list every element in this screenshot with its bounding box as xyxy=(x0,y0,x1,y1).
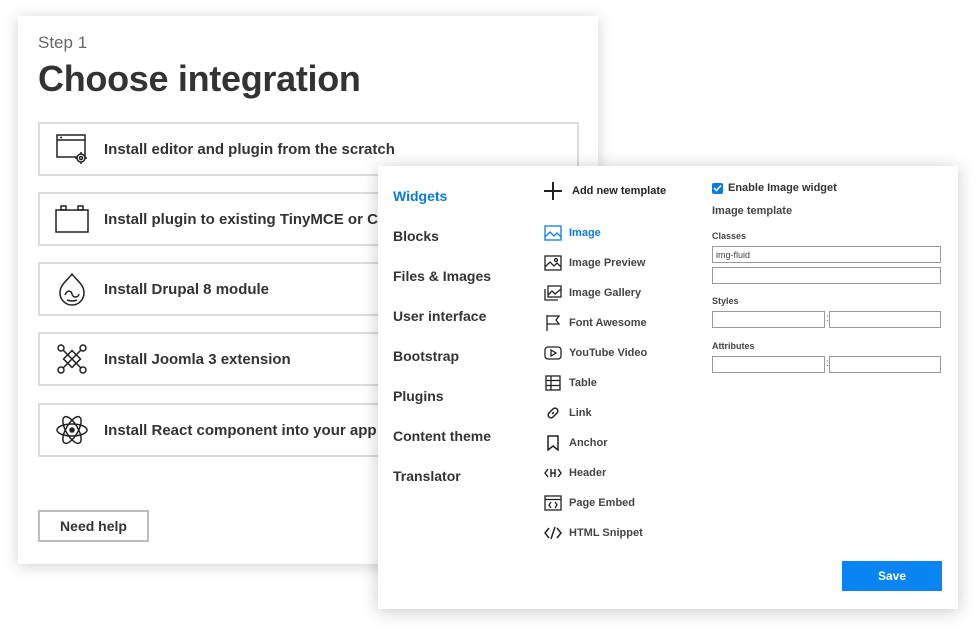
option-label: Install editor and plugin from the scrat… xyxy=(104,140,395,158)
need-help-button[interactable]: Need help xyxy=(38,510,149,542)
drupal-icon xyxy=(54,271,90,307)
template-title: Image template xyxy=(712,205,793,217)
widget-font-awesome[interactable]: Font Awesome xyxy=(544,313,647,333)
attributes-key-input[interactable] xyxy=(712,356,825,373)
classes-input-1[interactable] xyxy=(712,246,941,263)
widget-image-preview[interactable]: Image Preview xyxy=(544,253,645,273)
styles-label: Styles xyxy=(712,296,739,306)
widget-link[interactable]: Link xyxy=(544,403,592,423)
widget-label: Image Preview xyxy=(569,257,646,269)
widget-table[interactable]: Table xyxy=(544,373,597,393)
widget-label: Image xyxy=(569,227,601,239)
widget-label: Header xyxy=(569,467,607,479)
widgets-panel: Widgets Blocks Files & Images User inter… xyxy=(378,166,958,609)
widget-header[interactable]: Header xyxy=(544,463,606,483)
widget-label: Link xyxy=(569,407,592,419)
image-preview-icon xyxy=(544,254,562,272)
widget-page-embed[interactable]: Page Embed xyxy=(544,493,635,513)
code-icon xyxy=(544,524,562,542)
styles-value-input[interactable] xyxy=(829,311,941,328)
classes-input-2[interactable] xyxy=(712,267,941,284)
classes-label: Classes xyxy=(712,231,747,241)
enable-widget-checkbox[interactable] xyxy=(712,182,723,194)
table-icon xyxy=(544,374,562,392)
header-icon xyxy=(544,464,562,482)
widget-label: Image Gallery xyxy=(569,287,642,299)
category-bootstrap[interactable]: Bootstrap xyxy=(393,348,459,364)
page-title: Choose integration xyxy=(38,58,361,99)
bookmark-icon xyxy=(544,434,562,452)
image-gallery-icon xyxy=(544,284,562,302)
option-label: Install React component into your app xyxy=(104,421,377,439)
enable-widget-label: Enable Image widget xyxy=(728,182,837,194)
widget-label: Page Embed xyxy=(569,497,636,509)
save-button[interactable]: Save xyxy=(842,561,942,591)
widget-label: Anchor xyxy=(569,437,608,449)
flag-icon xyxy=(544,314,562,332)
widget-label: YouTube Video xyxy=(569,347,648,359)
plugin-icon xyxy=(54,201,90,237)
embed-icon xyxy=(544,494,562,512)
add-template-label: Add new template xyxy=(572,185,667,197)
widget-image-gallery[interactable]: Image Gallery xyxy=(544,283,641,303)
widget-label: Font Awesome xyxy=(569,317,647,329)
step-label: Step 1 xyxy=(38,33,88,52)
attributes-value-input[interactable] xyxy=(829,356,941,373)
browser-gear-icon xyxy=(54,131,90,167)
youtube-icon xyxy=(544,344,562,362)
widget-youtube-video[interactable]: YouTube Video xyxy=(544,343,647,363)
attributes-label: Attributes xyxy=(712,341,755,351)
react-icon xyxy=(54,412,90,448)
category-user-interface[interactable]: User interface xyxy=(393,308,486,324)
widget-image[interactable]: Image xyxy=(544,223,601,243)
category-translator[interactable]: Translator xyxy=(393,468,461,484)
category-plugins[interactable]: Plugins xyxy=(393,388,444,404)
checkmark-icon xyxy=(713,184,722,192)
joomla-icon xyxy=(54,341,90,377)
option-label: Install Joomla 3 extension xyxy=(104,350,291,368)
add-template-button[interactable]: Add new template xyxy=(544,182,666,200)
category-blocks[interactable]: Blocks xyxy=(393,228,439,244)
category-widgets[interactable]: Widgets xyxy=(393,188,447,204)
link-icon xyxy=(544,404,562,422)
enable-widget-row: Enable Image widget xyxy=(712,182,837,194)
widget-label: Table xyxy=(569,377,597,389)
widget-html-snippet[interactable]: HTML Snippet xyxy=(544,523,643,543)
category-files-images[interactable]: Files & Images xyxy=(393,268,491,284)
widget-anchor[interactable]: Anchor xyxy=(544,433,608,453)
styles-key-input[interactable] xyxy=(712,311,825,328)
image-icon xyxy=(544,224,562,242)
plus-icon xyxy=(544,182,562,200)
widget-label: HTML Snippet xyxy=(569,527,643,539)
option-label: Install Drupal 8 module xyxy=(104,280,270,298)
category-content-theme[interactable]: Content theme xyxy=(393,428,491,444)
